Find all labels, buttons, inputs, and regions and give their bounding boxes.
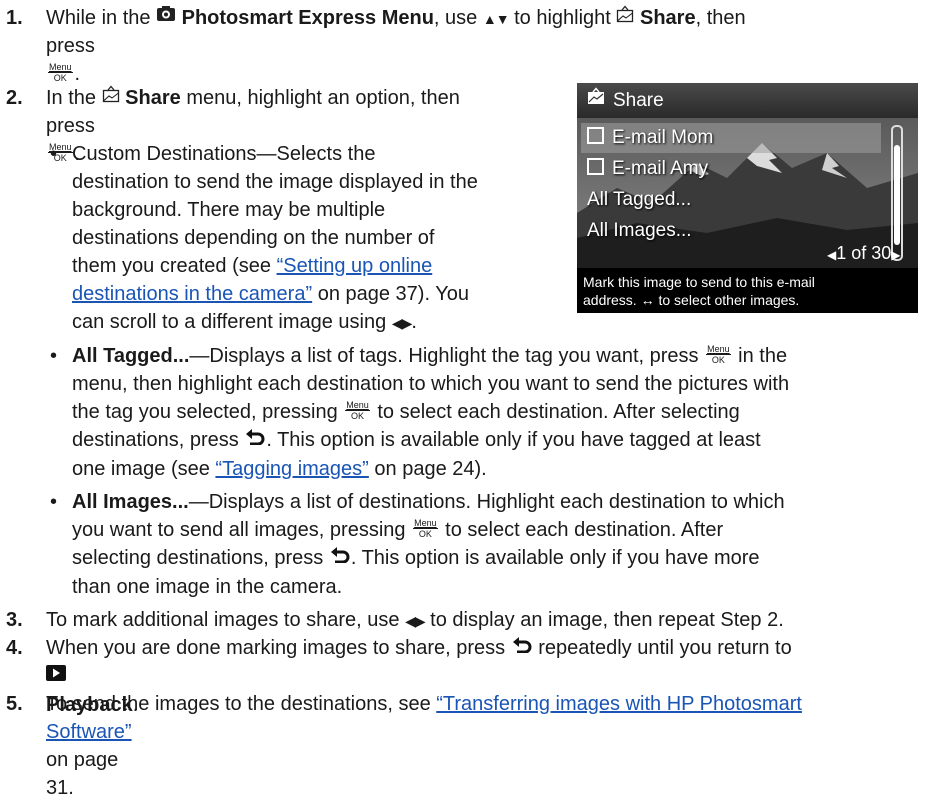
link-transferring-images-cont[interactable]: Software” <box>46 721 132 743</box>
menu-ok-button-icon: Menu OK <box>48 61 73 83</box>
share-icon <box>587 83 605 117</box>
photosmart-express-menu-label: Photosmart Express Menu <box>181 7 434 29</box>
screen-option-all-images[interactable]: All Images... <box>587 216 692 246</box>
step-number: 1. <box>6 7 23 29</box>
menu-ok-button-icon: Menu OK <box>706 343 731 365</box>
photosmart-express-icon <box>156 3 176 31</box>
step-1-text: While in the Photosmart Express Menu, us… <box>46 4 926 33</box>
back-arrow-icon <box>329 543 351 571</box>
right-arrow-icon: ▶ <box>891 248 901 262</box>
step-number: 2. <box>6 87 23 109</box>
checkbox[interactable] <box>587 127 604 145</box>
playback-icon <box>46 661 66 689</box>
menu-ok-button-icon: Menu OK <box>345 399 370 421</box>
screen-option-email-mom[interactable]: E-mail Mom <box>581 123 881 153</box>
left-right-arrows-icon: ◀▶ <box>391 315 413 331</box>
back-arrow-icon <box>244 425 266 453</box>
link-transferring-images[interactable]: “Transferring images with HP Photosmart <box>436 693 802 715</box>
screen-option-email-amy[interactable]: E-mail Amy <box>587 154 708 184</box>
menu-ok-button-icon: Menu OK <box>413 517 438 539</box>
link-setting-up-online-destinations[interactable]: “Setting up online <box>277 255 433 277</box>
link-tagging-images[interactable]: “Tagging images” <box>215 458 368 480</box>
share-label: Share <box>125 87 181 109</box>
screen-option-all-tagged[interactable]: All Tagged... <box>587 185 691 215</box>
image-counter: ◀1 of 30▶ <box>827 243 901 263</box>
screen-title-bar: Share <box>577 83 918 118</box>
left-right-arrows-icon: ◀▶ <box>405 613 426 629</box>
scrollbar-thumb[interactable] <box>894 145 900 245</box>
up-down-arrows-icon: ▲▼ <box>482 11 510 27</box>
checkbox[interactable] <box>587 158 604 176</box>
share-label: Share <box>639 7 696 29</box>
back-arrow-icon <box>511 633 533 661</box>
share-icon <box>102 83 120 111</box>
link-setting-up-online-destinations-cont[interactable]: destinations in the camera” <box>72 283 312 305</box>
camera-share-screen: Share E-mail Mom E-mail Amy All Tagged..… <box>577 83 918 313</box>
screen-help-text: Mark this image to send to this e-mail a… <box>577 269 918 313</box>
share-icon <box>616 3 634 31</box>
left-arrow-icon: ◀ <box>827 248 837 262</box>
manual-page: 1. While in the Photosmart Express Menu,… <box>0 0 935 799</box>
